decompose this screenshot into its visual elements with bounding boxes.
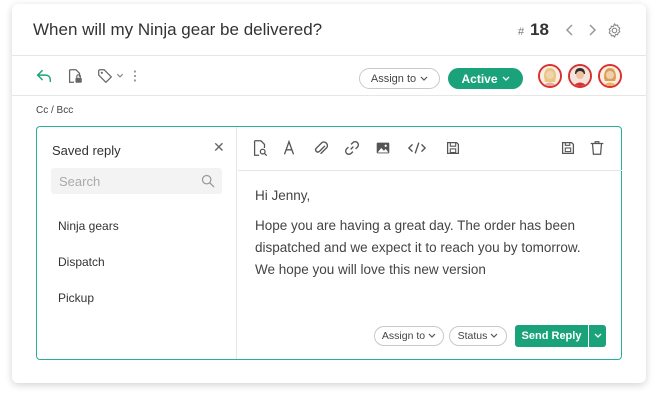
saved-reply-item[interactable]: Pickup [58,291,94,305]
close-icon[interactable]: ✕ [213,139,225,156]
private-note-icon[interactable] [66,67,84,85]
ticket-header: When will my Ninja gear be delivered? # … [12,4,646,56]
tag-icon[interactable] [96,67,114,85]
avatar[interactable] [568,64,592,88]
avatar-person-icon [600,66,620,86]
reply-editor: Saved reply ✕ Ninja gears Dispatch Picku… [36,126,622,360]
chevron-down-icon [594,333,601,338]
chevron-down-icon [502,76,509,81]
saved-reply-title: Saved reply [52,143,121,158]
avatar[interactable] [538,64,562,88]
message-greeting: Hi Jenny, [255,188,311,203]
saved-reply-item[interactable]: Dispatch [58,255,105,269]
saved-reply-item[interactable]: Ninja gears [58,219,119,233]
ticket-card: When will my Ninja gear be delivered? # … [12,4,646,383]
avatar-person-icon [570,66,590,86]
status-label: Active [461,71,498,86]
save-draft-icon[interactable] [444,139,462,157]
assign-to-dropdown[interactable]: Assign to [359,68,440,89]
save-icon[interactable] [559,139,577,157]
gear-icon[interactable] [606,22,623,39]
attachment-icon[interactable] [312,139,330,157]
search-input[interactable] [51,168,196,194]
message-line: dispatched and we expect it to reach you… [255,240,581,255]
chevron-right-icon[interactable] [584,22,600,38]
send-options-button[interactable] [589,325,606,347]
avatar[interactable] [598,64,622,88]
send-reply-button[interactable]: Send Reply [515,325,588,347]
chevron-left-icon[interactable] [562,22,578,38]
chevron-down-icon [490,333,498,338]
search-document-icon[interactable] [251,139,269,157]
avatar-person-icon [540,66,560,86]
assign-to-label: Assign to [370,72,417,85]
footer-assign-to-dropdown[interactable]: Assign to [374,326,444,346]
footer-status-dropdown[interactable]: Status [449,326,507,346]
reply-icon[interactable] [35,67,53,85]
ticket-number: 18 [530,20,549,39]
message-line: We hope you will love this new version [255,262,486,277]
status-dropdown[interactable]: Active [448,68,523,89]
message-line: Hope you are having a great day. The ord… [255,218,575,233]
chevron-down-icon [428,333,436,338]
footer-assign-to-label: Assign to [381,330,426,342]
chevron-down-icon [420,76,428,81]
image-icon[interactable] [374,139,392,157]
more-vertical-icon[interactable] [131,67,139,85]
message-body[interactable]: Hi Jenny, Hope you are having a great da… [255,185,610,281]
link-icon[interactable] [343,139,361,157]
trash-icon[interactable] [588,139,606,157]
chevron-down-icon[interactable] [115,67,125,85]
editor-toolbar [238,127,622,171]
saved-reply-search [51,168,222,194]
font-icon[interactable] [280,139,298,157]
ticket-hash: # [518,26,525,38]
footer-status-label: Status [457,330,488,342]
saved-reply-panel: Saved reply ✕ Ninja gears Dispatch Picku… [37,127,237,359]
ticket-title: When will my Ninja gear be delivered? [33,20,323,39]
cc-bcc-link[interactable]: Cc / Bcc [36,105,73,116]
search-icon [201,174,215,188]
code-icon[interactable] [406,139,428,157]
